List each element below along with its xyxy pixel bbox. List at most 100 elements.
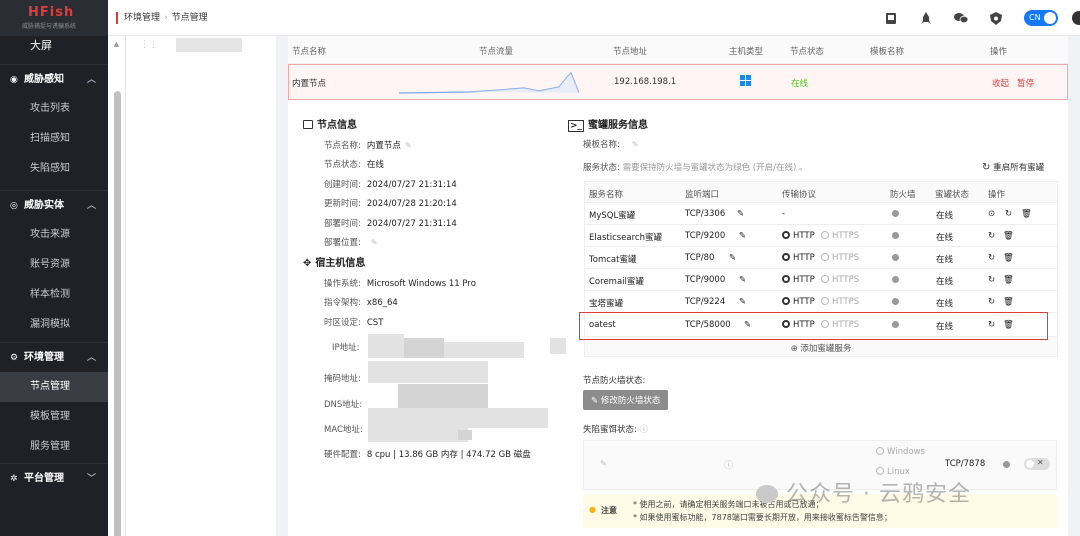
radio-http[interactable]: HTTP — [782, 253, 815, 263]
add-service-button[interactable]: ⊕ 添加蜜罐服务 — [584, 337, 1058, 357]
book-icon[interactable] — [884, 11, 898, 25]
restart-icon[interactable]: ↻ — [1005, 209, 1012, 219]
col-port: 监听端口 — [685, 190, 720, 200]
app-logo[interactable]: HFish 威胁捕捉与诱骗系统 — [0, 0, 108, 36]
edit-icon[interactable]: ✎ — [405, 141, 412, 150]
rocket-icon[interactable] — [919, 11, 933, 25]
sidebar-group-platform-management[interactable]: ✲ 平台管理 ﹀ — [0, 463, 108, 493]
sidebar-item-attack-list[interactable]: 攻击列表 — [0, 94, 108, 124]
redacted-mac — [368, 428, 468, 442]
radio-http[interactable]: HTTP — [782, 297, 815, 307]
scroll-up-icon[interactable]: ▲ — [108, 40, 125, 48]
node-status: 在线 — [791, 79, 809, 89]
sidebar-group-env-management[interactable]: ⚙ 环境管理 ︿ — [0, 342, 108, 372]
sidebar-group-threat-perception[interactable]: ◉ 威胁感知 ︿ — [0, 64, 108, 94]
field-node-name: 节点名称: 内置节点 ✎ — [324, 141, 412, 151]
edit-icon[interactable]: ✎ — [737, 209, 744, 219]
radio-https[interactable]: HTTPS — [821, 231, 859, 241]
col-node-name: 节点名称 — [292, 47, 327, 57]
col-actions: 操作 — [990, 47, 1008, 57]
table-row[interactable]: Elasticsearch蜜罐 TCP/9200 ✎ HTTP HTTPS 在线… — [584, 225, 1058, 247]
avatar[interactable] — [1072, 11, 1080, 25]
wechat-icon[interactable] — [954, 11, 968, 25]
sidebar-item-attack-source[interactable]: 攻击来源 — [0, 220, 108, 250]
host-info-title: ✥ 宿主机信息 — [303, 258, 366, 269]
language-toggle[interactable]: CN — [1024, 10, 1058, 26]
edit-icon[interactable]: ✎ — [739, 231, 746, 241]
table-row[interactable]: Coremail蜜罐 TCP/9000 ✎ HTTP HTTPS 在线 ↻ 🗑 — [584, 269, 1058, 291]
node-address: 192.168.198.1 — [614, 77, 677, 87]
edit-icon[interactable]: ✎ — [739, 275, 746, 285]
sidebar-item-account-resources[interactable]: 账号资源 — [0, 250, 108, 280]
service-status: 在线 — [936, 277, 954, 287]
bait-port: TCP/7878 — [945, 459, 986, 469]
delete-icon[interactable]: 🗑 — [1003, 275, 1014, 285]
service-name: MySQL蜜罐 — [589, 211, 636, 221]
radio-https[interactable]: HTTPS — [821, 253, 859, 263]
sidebar-item-dashboard[interactable]: 大屏 — [0, 36, 108, 64]
restart-icon[interactable]: ↻ — [988, 297, 995, 307]
firewall-status-dot — [892, 210, 899, 217]
restart-icon[interactable]: ↻ — [988, 253, 995, 263]
radio-https[interactable]: HTTPS — [821, 275, 859, 285]
service-status: 服务状态: 需要保持防火墙与蜜罐状态为绿色 (开启/在线) 。 — [583, 163, 808, 173]
delete-icon[interactable]: 🗑 — [1003, 297, 1014, 307]
redacted-block — [550, 338, 566, 354]
col-service-name: 服务名称 — [589, 190, 624, 200]
delete-icon[interactable]: 🗑 — [1003, 253, 1014, 263]
firewall-status-dot — [892, 254, 899, 261]
stop-icon[interactable]: ⊙ — [988, 209, 995, 219]
sidebar-item-compromise-perception[interactable]: 失陷感知 — [0, 154, 108, 184]
field-template-name: 模板名称: ✎ — [583, 140, 639, 150]
bait-windows: Windows — [876, 447, 925, 457]
scrollbar-thumb[interactable] — [114, 91, 121, 536]
sidebar-item-sample-detection[interactable]: 样本检测 — [0, 280, 108, 310]
service-status: 在线 — [936, 233, 954, 243]
sidebar-scrollbar[interactable]: ▲ — [108, 36, 126, 536]
table-row[interactable]: MySQL蜜罐 TCP/3306 ✎ - 在线 ⊙ ↻ 🗑 — [584, 203, 1058, 225]
edit-icon[interactable]: ✎ — [371, 238, 378, 247]
shield-icon[interactable] — [989, 11, 1003, 25]
field-updated-time: 更新时间: 2024/07/28 21:20:14 — [324, 199, 457, 209]
edit-icon[interactable]: ✎ — [600, 459, 607, 468]
service-port: TCP/9224 — [685, 297, 726, 307]
help-icon[interactable]: ⓘ — [640, 425, 649, 435]
radio-https[interactable]: HTTPS — [821, 297, 859, 307]
sidebar-item-service-management[interactable]: 服务管理 — [0, 432, 108, 462]
sidebar-item-template-management[interactable]: 模板管理 — [0, 402, 108, 432]
help-icon[interactable]: ⓘ — [724, 458, 733, 471]
service-port: TCP/3306 — [685, 209, 726, 219]
sidebar-group-label: 平台管理 — [24, 473, 64, 484]
bait-toggle[interactable]: ✕ — [1024, 458, 1050, 470]
redacted-node-name[interactable] — [176, 38, 242, 52]
edit-icon[interactable]: ✎ — [739, 297, 746, 307]
table-row[interactable]: 内置节点 192.168.198.1 在线 收起 暂停 — [288, 64, 1068, 100]
table-row[interactable]: 宝塔蜜罐 TCP/9224 ✎ HTTP HTTPS 在线 ↻ 🗑 — [584, 291, 1058, 313]
restart-icon[interactable]: ↻ — [988, 275, 995, 285]
redacted-block — [404, 338, 444, 358]
sidebar-item-scan-perception[interactable]: 扫描感知 — [0, 124, 108, 154]
sidebar-item-node-management[interactable]: 节点管理 — [0, 372, 108, 402]
breadcrumb-parent[interactable]: 环境管理 — [124, 13, 160, 23]
sidebar-group-threat-entity[interactable]: ◎ 威胁实体 ︿ — [0, 190, 108, 220]
modify-firewall-button[interactable]: ✎ 修改防火墙状态 — [583, 390, 669, 410]
bait-status-dot — [1003, 461, 1010, 468]
restart-icon[interactable]: ↻ — [988, 231, 995, 241]
delete-icon[interactable]: 🗑 — [1021, 209, 1032, 219]
radio-http[interactable]: HTTP — [782, 275, 815, 285]
warning-icon: ● — [589, 505, 596, 514]
delete-icon[interactable]: 🗑 — [1003, 231, 1014, 241]
field-netmask: 掩码地址: — [324, 374, 361, 384]
radio-http[interactable]: HTTP — [782, 231, 815, 241]
edit-icon[interactable]: ✎ — [729, 253, 736, 263]
restart-all-button[interactable]: ↻ 重启所有蜜罐 — [982, 161, 1044, 173]
honeypot-info-title: >_ 蜜罐服务信息 — [568, 120, 649, 132]
sidebar: HFish 威胁捕捉与诱骗系统 大屏 ◉ 威胁感知 ︿ 攻击列表 扫描感知 失陷感… — [0, 0, 108, 536]
table-row[interactable]: Tomcat蜜罐 TCP/80 ✎ HTTP HTTPS 在线 ↻ 🗑 — [584, 247, 1058, 269]
field-timezone: 时区设定: CST — [324, 318, 384, 328]
sidebar-item-vuln-simulation[interactable]: 漏洞模拟 — [0, 310, 108, 340]
edit-icon[interactable]: ✎ — [632, 140, 639, 149]
redacted-block — [458, 430, 472, 440]
pause-link[interactable]: 暂停 — [1017, 77, 1034, 89]
collapse-link[interactable]: 收起 — [992, 77, 1009, 89]
